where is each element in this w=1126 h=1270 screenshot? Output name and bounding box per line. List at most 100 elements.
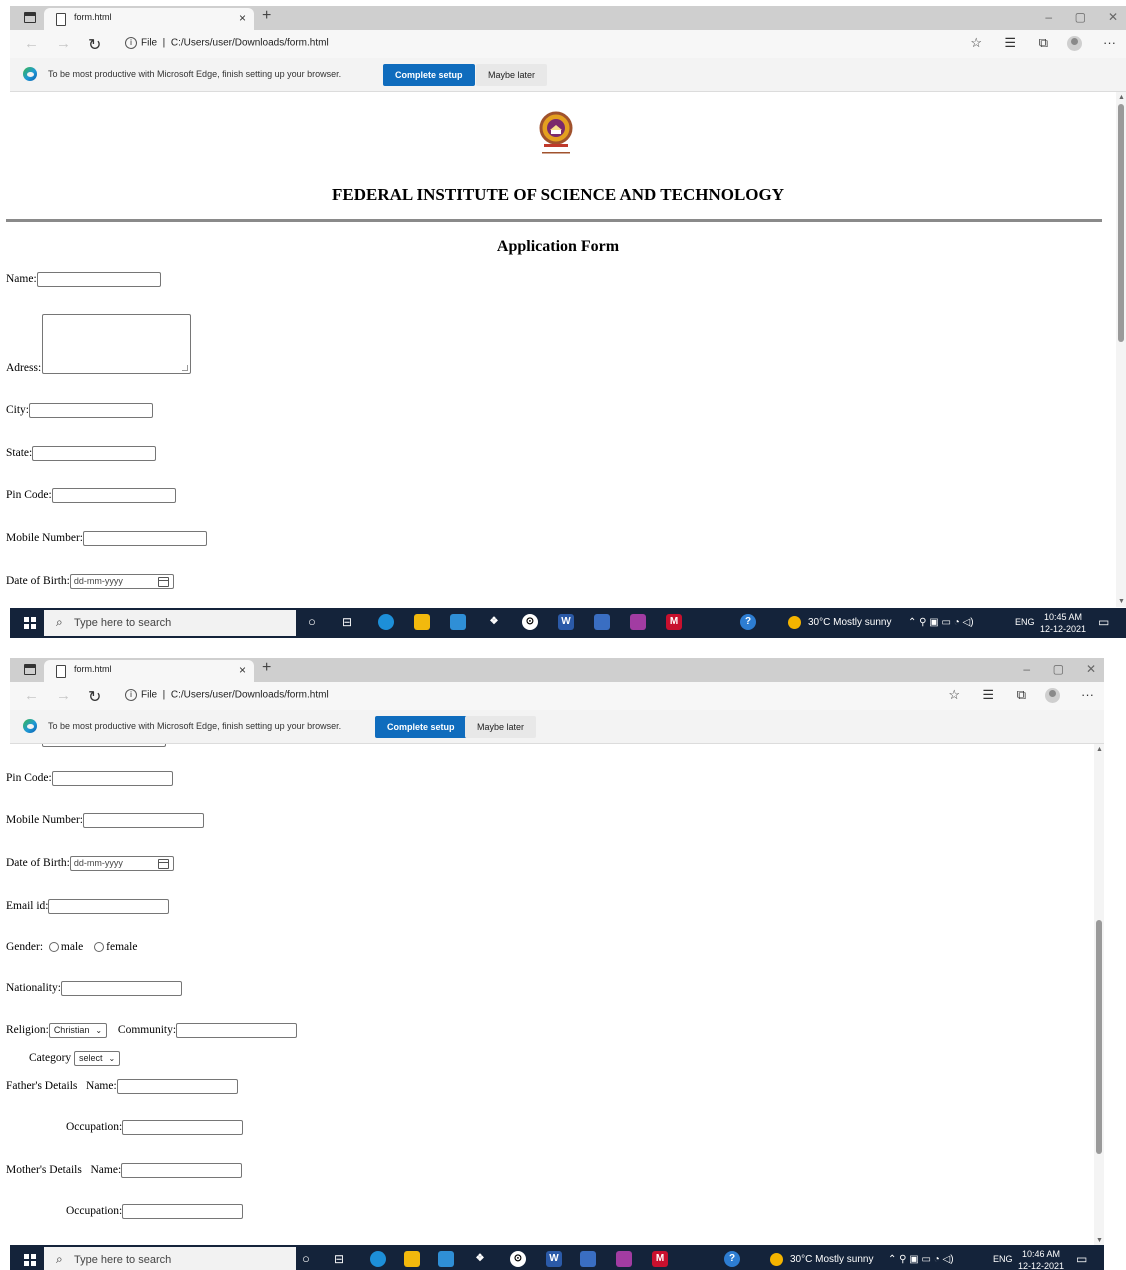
minimize-button[interactable]: – bbox=[1023, 662, 1030, 676]
reload-icon[interactable]: ↻ bbox=[88, 35, 101, 55]
weather-text[interactable]: 30°C Mostly sunny bbox=[790, 1254, 873, 1265]
state-input-partial[interactable] bbox=[42, 744, 166, 747]
father-occupation-input[interactable] bbox=[122, 1120, 244, 1135]
complete-setup-button[interactable]: Complete setup bbox=[383, 64, 475, 86]
mcafee-icon[interactable]: M bbox=[652, 1251, 668, 1267]
dob-input[interactable]: dd-mm-yyyy bbox=[69, 574, 174, 589]
vertical-scrollbar[interactable]: ▲ ▼ bbox=[1094, 744, 1104, 1246]
tab-actions-icon[interactable] bbox=[24, 12, 36, 23]
category-select[interactable]: select ⌄ bbox=[74, 1051, 121, 1066]
clock[interactable]: 10:46 AM 12-12-2021 bbox=[1018, 1248, 1064, 1270]
windows-start-icon[interactable] bbox=[24, 617, 36, 629]
close-tab-icon[interactable]: × bbox=[239, 663, 246, 677]
word-icon[interactable]: W bbox=[558, 614, 574, 630]
mobile-input[interactable] bbox=[82, 813, 204, 828]
file-explorer-icon[interactable] bbox=[414, 614, 430, 630]
favorites-icon[interactable]: ☰ bbox=[982, 687, 994, 703]
new-tab-button[interactable]: + bbox=[262, 659, 271, 677]
minimize-button[interactable]: – bbox=[1045, 10, 1052, 24]
reload-icon[interactable]: ↻ bbox=[88, 687, 101, 707]
browser-tab[interactable]: form.html × bbox=[44, 8, 254, 30]
mother-name-input[interactable] bbox=[121, 1163, 243, 1178]
favorites-icon[interactable]: ☰ bbox=[1004, 35, 1016, 51]
add-favorite-icon[interactable]: ☆ bbox=[970, 35, 982, 51]
city-input[interactable] bbox=[29, 403, 154, 418]
info-icon[interactable]: i bbox=[125, 689, 137, 701]
tray-icons[interactable]: ⌃ ⚲ ▣ ▭ ◔ ◁) bbox=[888, 1254, 954, 1265]
notification-icon[interactable]: ▭ bbox=[1098, 615, 1109, 629]
collections-icon[interactable]: ⧉ bbox=[1039, 35, 1048, 51]
taskbar-search[interactable]: ⌕ Type here to search bbox=[44, 1247, 296, 1270]
religion-select[interactable]: Christian ⌄ bbox=[48, 1023, 108, 1038]
pincode-input[interactable] bbox=[51, 488, 176, 503]
female-radio[interactable] bbox=[94, 942, 105, 953]
maybe-later-button[interactable]: Maybe later bbox=[465, 716, 537, 738]
info-icon[interactable]: i bbox=[125, 37, 137, 49]
task-view-icon[interactable]: ⊟ bbox=[342, 615, 352, 629]
cortana-icon[interactable]: ○ bbox=[302, 1251, 310, 1266]
windows-start-icon[interactable] bbox=[24, 1254, 36, 1266]
dob-input[interactable]: dd-mm-yyyy bbox=[69, 856, 174, 871]
notes-icon[interactable] bbox=[594, 614, 610, 630]
new-tab-button[interactable]: + bbox=[262, 7, 271, 25]
tray-icons[interactable]: ⌃ ⚲ ▣ ▭ ◔ ◁) bbox=[908, 617, 974, 628]
forward-icon[interactable]: → bbox=[56, 687, 71, 704]
help-icon[interactable]: ? bbox=[740, 614, 756, 630]
notes-icon[interactable] bbox=[580, 1251, 596, 1267]
complete-setup-button[interactable]: Complete setup bbox=[375, 716, 467, 738]
profile-avatar[interactable] bbox=[1067, 36, 1082, 51]
cortana-icon[interactable]: ○ bbox=[308, 614, 316, 629]
maximize-button[interactable]: ▢ bbox=[1053, 662, 1064, 676]
male-radio[interactable] bbox=[48, 942, 59, 953]
mail-icon[interactable] bbox=[438, 1251, 454, 1267]
state-input[interactable] bbox=[32, 446, 157, 461]
word-icon[interactable]: W bbox=[546, 1251, 562, 1267]
language-indicator[interactable]: ENG bbox=[1015, 617, 1035, 627]
help-icon[interactable]: ? bbox=[724, 1251, 740, 1267]
browser-tab[interactable]: form.html × bbox=[44, 660, 254, 682]
clock[interactable]: 10:45 AM 12-12-2021 bbox=[1040, 611, 1086, 635]
father-name-input[interactable] bbox=[116, 1079, 238, 1094]
dropbox-icon[interactable]: ❖ bbox=[472, 1251, 488, 1267]
taskbar-search[interactable]: ⌕ Type here to search bbox=[44, 610, 296, 636]
app-icon[interactable]: ⊙ bbox=[510, 1251, 526, 1267]
back-icon[interactable]: ← bbox=[24, 35, 39, 52]
maybe-later-button[interactable]: Maybe later bbox=[476, 64, 548, 86]
winrar-icon[interactable] bbox=[616, 1251, 632, 1267]
notification-icon[interactable]: ▭ bbox=[1076, 1252, 1087, 1266]
back-icon[interactable]: ← bbox=[24, 687, 39, 704]
name-input[interactable] bbox=[36, 272, 161, 287]
weather-text[interactable]: 30°C Mostly sunny bbox=[808, 617, 891, 628]
maximize-button[interactable]: ▢ bbox=[1075, 10, 1086, 24]
calendar-icon[interactable] bbox=[157, 577, 169, 587]
mcafee-icon[interactable]: M bbox=[666, 614, 682, 630]
mother-occupation-input[interactable] bbox=[122, 1204, 244, 1219]
scroll-thumb[interactable] bbox=[1096, 920, 1102, 1154]
collections-icon[interactable]: ⧉ bbox=[1017, 687, 1026, 703]
url-field[interactable]: i File | C:/Users/user/Downloads/form.htm… bbox=[125, 37, 329, 49]
mail-icon[interactable] bbox=[450, 614, 466, 630]
scroll-up-icon[interactable]: ▲ bbox=[1096, 746, 1103, 753]
email-input[interactable] bbox=[48, 899, 170, 914]
language-indicator[interactable]: ENG bbox=[993, 1254, 1013, 1264]
scroll-down-icon[interactable]: ▼ bbox=[1096, 1237, 1103, 1244]
address-textarea[interactable] bbox=[42, 314, 191, 374]
nationality-input[interactable] bbox=[60, 981, 182, 996]
close-window-button[interactable]: ✕ bbox=[1108, 10, 1118, 24]
more-icon[interactable]: ··· bbox=[1103, 35, 1116, 50]
task-view-icon[interactable]: ⊟ bbox=[334, 1252, 344, 1266]
tab-actions-icon[interactable] bbox=[24, 664, 36, 675]
file-explorer-icon[interactable] bbox=[404, 1251, 420, 1267]
more-icon[interactable]: ··· bbox=[1081, 687, 1094, 702]
app-icon[interactable]: ⊙ bbox=[522, 614, 538, 630]
community-input[interactable] bbox=[176, 1023, 298, 1038]
close-window-button[interactable]: ✕ bbox=[1086, 662, 1096, 676]
scroll-thumb[interactable] bbox=[1118, 104, 1124, 342]
close-tab-icon[interactable]: × bbox=[239, 11, 246, 25]
profile-avatar[interactable] bbox=[1045, 688, 1060, 703]
pincode-input[interactable] bbox=[51, 771, 173, 786]
edge-taskbar-icon[interactable] bbox=[370, 1251, 386, 1267]
edge-taskbar-icon[interactable] bbox=[378, 614, 394, 630]
scroll-up-icon[interactable]: ▲ bbox=[1118, 94, 1125, 101]
scroll-down-icon[interactable]: ▼ bbox=[1118, 598, 1125, 605]
